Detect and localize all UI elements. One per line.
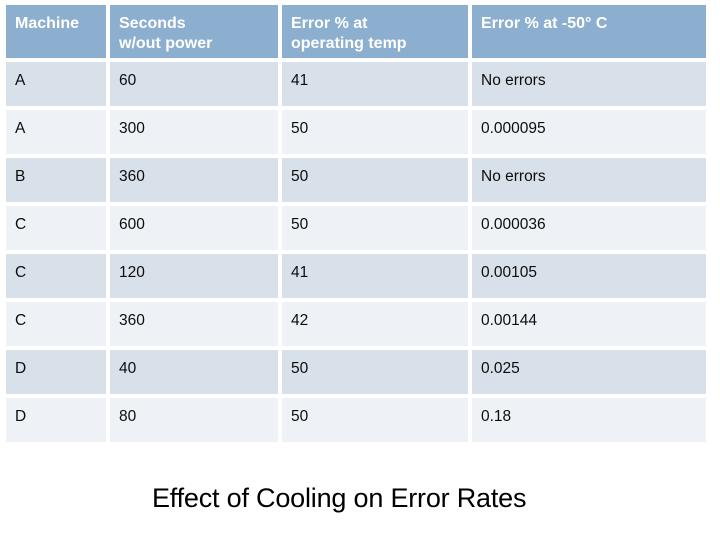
cell-error-pct-operating: 50: [282, 350, 472, 398]
cell-error-pct-minus50c: 0.00144: [472, 302, 706, 350]
cell-seconds-wout-power: 60: [110, 62, 282, 110]
table-row: C 120 41 0.00105: [6, 254, 706, 302]
table-row: D 80 50 0.18: [6, 398, 706, 446]
slide-canvas: Machine Seconds w/out power Error % at o…: [0, 0, 720, 540]
column-header-error-pct-operating: Error % at operating temp: [282, 5, 472, 62]
table-body: A 60 41 No errors A 300 50 0.000095 B 36…: [6, 62, 706, 446]
cell-error-pct-operating: 42: [282, 302, 472, 350]
cell-machine: A: [6, 62, 110, 110]
table-row: B 360 50 No errors: [6, 158, 706, 206]
cell-seconds-wout-power: 120: [110, 254, 282, 302]
cell-machine: C: [6, 254, 110, 302]
table-row: C 600 50 0.000036: [6, 206, 706, 254]
cell-error-pct-minus50c: 0.18: [472, 398, 706, 446]
cell-machine: B: [6, 158, 110, 206]
cell-error-pct-minus50c: No errors: [472, 158, 706, 206]
cell-machine: D: [6, 398, 110, 446]
cell-machine: A: [6, 110, 110, 158]
cell-seconds-wout-power: 360: [110, 302, 282, 350]
cell-error-pct-operating: 50: [282, 158, 472, 206]
cell-error-pct-operating: 50: [282, 398, 472, 446]
cell-error-pct-minus50c: 0.000095: [472, 110, 706, 158]
column-header-error-pct-minus50c: Error % at -50° C: [472, 5, 706, 62]
cooling-error-rates-table: Machine Seconds w/out power Error % at o…: [6, 5, 706, 446]
cell-machine: C: [6, 206, 110, 254]
cell-error-pct-operating: 41: [282, 62, 472, 110]
cell-seconds-wout-power: 300: [110, 110, 282, 158]
cell-error-pct-operating: 41: [282, 254, 472, 302]
table-row: A 60 41 No errors: [6, 62, 706, 110]
table-row: C 360 42 0.00144: [6, 302, 706, 350]
table-row: D 40 50 0.025: [6, 350, 706, 398]
cell-machine: D: [6, 350, 110, 398]
column-header-seconds-wout-power: Seconds w/out power: [110, 5, 282, 62]
cell-error-pct-minus50c: No errors: [472, 62, 706, 110]
cell-error-pct-operating: 50: [282, 206, 472, 254]
table-row: A 300 50 0.000095: [6, 110, 706, 158]
page-title: Effect of Cooling on Error Rates: [152, 483, 527, 513]
cell-seconds-wout-power: 600: [110, 206, 282, 254]
column-header-machine: Machine: [6, 5, 110, 62]
cell-error-pct-operating: 50: [282, 110, 472, 158]
cell-machine: C: [6, 302, 110, 350]
cell-seconds-wout-power: 80: [110, 398, 282, 446]
cell-seconds-wout-power: 40: [110, 350, 282, 398]
cell-seconds-wout-power: 360: [110, 158, 282, 206]
cell-error-pct-minus50c: 0.025: [472, 350, 706, 398]
cell-error-pct-minus50c: 0.000036: [472, 206, 706, 254]
cell-error-pct-minus50c: 0.00105: [472, 254, 706, 302]
table-header: Machine Seconds w/out power Error % at o…: [6, 5, 706, 62]
table-header-row: Machine Seconds w/out power Error % at o…: [6, 5, 706, 62]
